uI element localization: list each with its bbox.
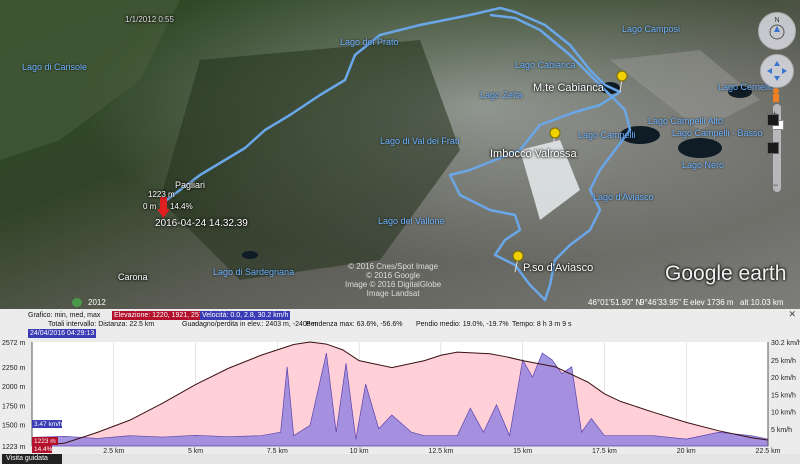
y2-tick-label: 20 km/h bbox=[771, 375, 796, 382]
imagery-copyright: © 2016 Cnes/Spot Image © 2016 Google Ima… bbox=[345, 262, 441, 298]
max-slope: Pendenza max: 63.6%, -56.6% bbox=[306, 321, 403, 328]
map-view[interactable]: Lago di Carisole Lago del Prato Lago Cab… bbox=[0, 0, 800, 309]
cursor-elevation: 1223 m bbox=[34, 438, 56, 445]
y-tick-label: 1500 m bbox=[2, 423, 26, 430]
copyright-line: Image © 2016 DigitalGlobe bbox=[345, 280, 442, 289]
place-label: Carona bbox=[118, 272, 148, 282]
altitude-readout: alt 10.03 km bbox=[740, 298, 784, 307]
lake-label: Lago Campelli Alto bbox=[648, 116, 724, 126]
street-view-icon[interactable] bbox=[771, 88, 781, 102]
bottom-bar: Visita guidata bbox=[0, 454, 800, 464]
lake-label: Lago di Val dei Frati bbox=[380, 136, 460, 146]
lake-label: Lago Campelli bbox=[578, 130, 636, 140]
layer-icon[interactable] bbox=[767, 114, 779, 126]
cursor-speed: 3.47 km/h bbox=[34, 421, 63, 428]
status-bar: 2012 46°01'51.90" N 9°46'33.95" E elev 1… bbox=[0, 297, 800, 309]
y2-tick-label: 30.2 km/h bbox=[771, 340, 800, 347]
date-row: 24/04/2016 04:29:13 bbox=[0, 329, 790, 338]
y2-tick-label: 15 km/h bbox=[771, 392, 796, 399]
lake-label: Lago del Vallone bbox=[378, 216, 445, 226]
lake-label: Lago Nero bbox=[682, 160, 725, 170]
y2-tick-label: 5 km/h bbox=[771, 427, 792, 434]
lake-label: Lago Camposi bbox=[622, 24, 681, 34]
copyright-line: © 2016 Cnes/Spot Image bbox=[348, 262, 439, 271]
imagery-date: 1/1/2012 0:55 bbox=[125, 15, 174, 24]
lake-label: Lago di Sardegnana bbox=[213, 267, 295, 277]
graph-type-label: Grafico: min, med, max bbox=[28, 312, 101, 319]
y-tick-label: 2250 m bbox=[2, 365, 26, 372]
y2-tick-label: 25 km/h bbox=[771, 358, 796, 365]
lake-label: Lago Campelli - Basso bbox=[672, 128, 763, 138]
avg-slope: Pendio medio: 19.0%, -19.7% bbox=[416, 321, 509, 328]
move-control[interactable] bbox=[760, 54, 794, 88]
y2-tick-label: 10 km/h bbox=[771, 410, 796, 417]
place-label: Pagliari bbox=[175, 180, 206, 190]
year-badge: 2012 bbox=[88, 298, 106, 307]
zoom-out-icon[interactable]: − bbox=[773, 180, 778, 190]
elevation-chart[interactable]: 2572 m 2250 m 2000 m 1750 m 1500 m 1223 m 30.2… bbox=[0, 338, 800, 454]
svg-text:N: N bbox=[774, 17, 779, 24]
latitude: 46°01'51.90" N bbox=[588, 298, 642, 307]
close-icon[interactable]: ✕ bbox=[788, 309, 796, 320]
speed-stats[interactable]: Velocità: 0.0, 2.8, 30.2 km/h bbox=[200, 311, 291, 320]
marker-grade: 14.4% bbox=[170, 202, 193, 211]
y-tick-label: 2572 m bbox=[2, 340, 26, 347]
marker-elevation: 1223 m bbox=[148, 190, 175, 199]
historical-imagery-icon[interactable] bbox=[72, 298, 82, 307]
stats-row: Grafico: min, med, max Elevazione: 1220,… bbox=[0, 311, 790, 320]
compass-icon: N bbox=[769, 17, 785, 40]
place-label: P.so d'Aviasco bbox=[523, 262, 594, 274]
copyright-line: © 2016 Google bbox=[366, 271, 421, 280]
guided-tour-label: Visita guidata bbox=[6, 455, 48, 462]
total-time: Tempo: 8 h 3 m 9 s bbox=[512, 321, 572, 328]
pan-arrows-icon bbox=[767, 61, 787, 81]
look-around-control[interactable]: N bbox=[758, 12, 796, 50]
lake-label: Lago Zelta bbox=[480, 90, 523, 100]
lake-label: Lago Cabianca bbox=[515, 60, 576, 70]
elevation-readout: elev 1736 m bbox=[690, 298, 734, 307]
lake-label: Lago di Carisole bbox=[22, 62, 88, 72]
totals-row: Totali intervallo: Distanza: 22.5 km Gua… bbox=[0, 320, 790, 329]
y-tick-label: 1223 m bbox=[2, 444, 26, 451]
marker-distance: 0 m bbox=[143, 202, 157, 211]
cursor-date: 24/04/2016 04:29:13 bbox=[28, 329, 97, 338]
lake-label: Lago del Prato bbox=[340, 37, 399, 47]
guided-tour-button[interactable]: Visita guidata bbox=[2, 454, 62, 464]
google-earth-logo: Google earth bbox=[665, 262, 787, 285]
marker-timestamp: 2016-04-24 14.32.39 bbox=[155, 218, 248, 229]
total-distance: Totali intervallo: Distanza: 22.5 km bbox=[48, 321, 155, 328]
place-label: M.te Cabianca bbox=[533, 82, 604, 94]
y-tick-label: 1750 m bbox=[2, 403, 26, 410]
place-label: Imbocco Valrossa bbox=[490, 148, 577, 160]
layer-icon[interactable] bbox=[767, 142, 779, 154]
y-tick-label: 2000 m bbox=[2, 384, 26, 391]
longitude: 9°46'33.95" E bbox=[640, 298, 689, 307]
cursor-grade: 14.4% bbox=[34, 446, 53, 453]
elevation-gain: Guadagno/perdita in elev.: 2403 m, -2405… bbox=[182, 321, 319, 328]
lake-label: Lago d'Aviasco bbox=[593, 192, 654, 202]
